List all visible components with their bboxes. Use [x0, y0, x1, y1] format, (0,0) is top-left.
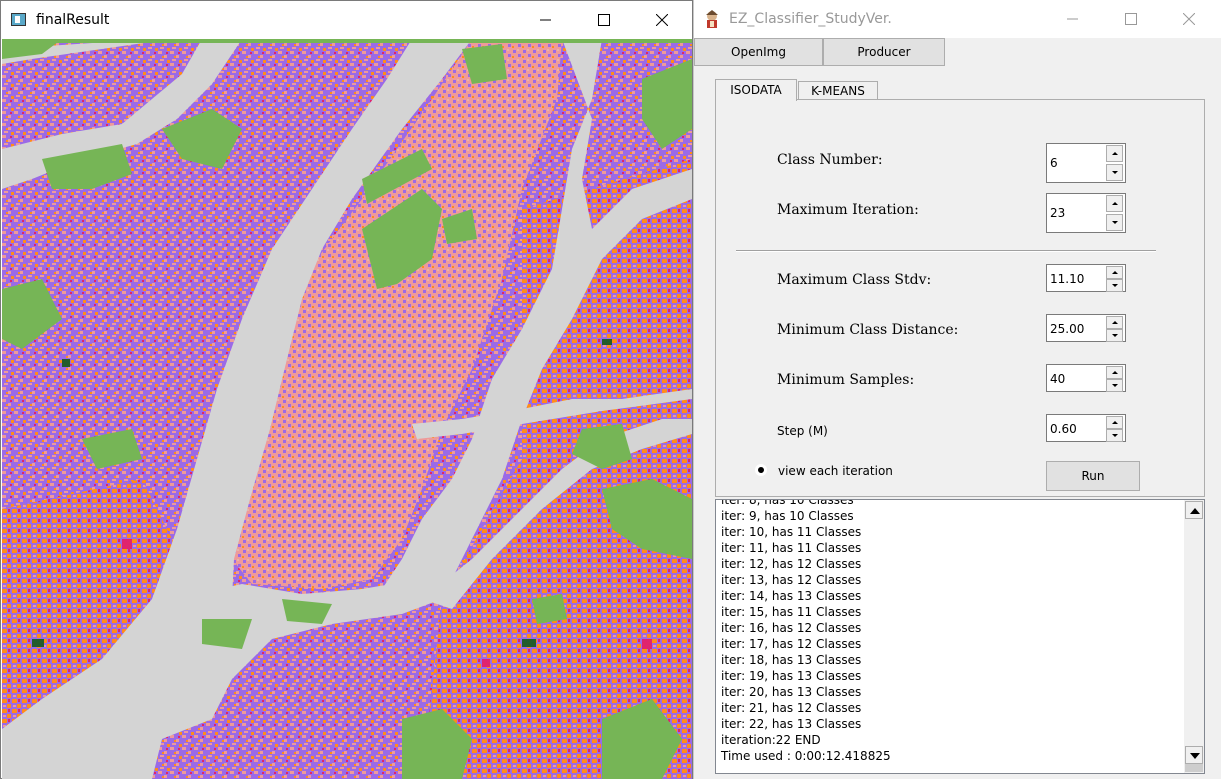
- wizard-avatar-icon: [704, 10, 720, 28]
- spin-up-button[interactable]: [1106, 366, 1123, 379]
- log-line: iter: 16, has 12 Classes: [721, 621, 862, 635]
- spin-up-button[interactable]: [1106, 416, 1123, 429]
- spin-down-button[interactable]: [1106, 329, 1123, 342]
- maximum-iteration-spinbox[interactable]: 23: [1046, 193, 1126, 233]
- minimize-button[interactable]: [523, 1, 569, 39]
- log-line: iter: 18, has 13 Classes: [721, 653, 862, 667]
- close-icon: [1183, 13, 1195, 25]
- class-number-spinbox[interactable]: 6: [1046, 143, 1126, 183]
- log-line: iter: 22, has 13 Classes: [721, 717, 862, 731]
- scroll-up-button[interactable]: [1185, 501, 1203, 519]
- log-line: iter: 11, has 11 Classes: [721, 541, 862, 555]
- log-line: iter: 14, has 13 Classes: [721, 589, 862, 603]
- classification-result-image: [2, 39, 692, 779]
- minimum-samples-spinbox[interactable]: 40: [1046, 364, 1126, 392]
- tab-k-means[interactable]: K-MEANS: [798, 81, 878, 100]
- maximize-icon: [1125, 13, 1137, 25]
- log-line: iter: 13, has 12 Classes: [721, 573, 862, 587]
- minimum-class-distance-spinbox[interactable]: 25.00: [1046, 314, 1126, 342]
- log-line: iter: 21, has 12 Classes: [721, 701, 862, 715]
- spin-up-button[interactable]: [1106, 145, 1123, 162]
- maximize-button[interactable]: [581, 1, 627, 39]
- separator: [736, 250, 1156, 252]
- vertical-scrollbar[interactable]: [1184, 500, 1204, 773]
- class-number-value[interactable]: 6: [1050, 156, 1058, 170]
- close-button[interactable]: [1166, 0, 1212, 38]
- title-bar[interactable]: finalResult: [1, 1, 692, 39]
- log-line: iter: 15, has 11 Classes: [721, 605, 862, 619]
- log-line: iter: 10, has 11 Classes: [721, 525, 862, 539]
- maximum-class-stdv-label: Maximum Class Stdv:: [777, 272, 932, 288]
- run-button[interactable]: Run: [1046, 461, 1140, 491]
- close-icon: [656, 14, 668, 26]
- log-line: iter: 17, has 12 Classes: [721, 637, 862, 651]
- log-line: iter: 9, has 10 Classes: [721, 509, 854, 523]
- spin-down-button[interactable]: [1106, 429, 1123, 442]
- scroll-thumb[interactable]: [1185, 764, 1203, 772]
- minimum-samples-label: Minimum Samples:: [777, 372, 915, 388]
- minimize-button[interactable]: [1050, 0, 1096, 38]
- log-lines: iter: 8, has 10 Classes iter: 9, has 10 C…: [721, 499, 891, 764]
- window-title: finalResult: [36, 12, 110, 28]
- log-line: iter: 8, has 10 Classes: [721, 499, 854, 507]
- view-each-iteration-radio[interactable]: [755, 464, 767, 476]
- minimum-samples-value[interactable]: 40: [1050, 372, 1065, 386]
- maximum-iteration-label: Maximum Iteration:: [777, 202, 919, 218]
- log-line: iter: 12, has 12 Classes: [721, 557, 862, 571]
- ez-classifier-window: EZ_Classifier_StudyVer. OpenImg Producer…: [693, 0, 1221, 779]
- spin-up-button[interactable]: [1106, 266, 1123, 279]
- spin-up-button[interactable]: [1106, 316, 1123, 329]
- open-img-button[interactable]: OpenImg: [694, 38, 823, 66]
- tab-isodata[interactable]: ISODATA: [715, 79, 797, 101]
- iteration-log-textbox[interactable]: iter: 8, has 10 Classes iter: 9, has 10 C…: [715, 499, 1205, 774]
- spin-up-button[interactable]: [1106, 195, 1123, 212]
- window-title: EZ_Classifier_StudyVer.: [729, 11, 892, 27]
- producer-button[interactable]: Producer: [823, 38, 945, 66]
- scroll-down-button[interactable]: [1185, 746, 1203, 764]
- minimize-icon: [1067, 18, 1078, 20]
- log-line: iter: 19, has 13 Classes: [721, 669, 862, 683]
- radio-dot-icon: [758, 467, 764, 473]
- maximum-iteration-value[interactable]: 23: [1050, 206, 1065, 220]
- step-m-spinbox[interactable]: 0.60: [1046, 414, 1126, 442]
- class-number-label: Class Number:: [777, 152, 883, 168]
- log-line: iter: 20, has 13 Classes: [721, 685, 862, 699]
- minimum-class-distance-value[interactable]: 25.00: [1050, 322, 1084, 336]
- maximize-button[interactable]: [1108, 0, 1154, 38]
- log-line: Time used : 0:00:12.418825: [721, 749, 891, 763]
- log-line: iteration:22 END: [721, 733, 821, 747]
- view-each-iteration-label[interactable]: view each iteration: [778, 464, 893, 478]
- close-button[interactable]: [639, 1, 685, 39]
- final-result-window: finalResult: [0, 0, 693, 779]
- maximum-class-stdv-spinbox[interactable]: 11.10: [1046, 264, 1126, 292]
- window-app-icon: [11, 13, 26, 26]
- spin-down-button[interactable]: [1106, 214, 1123, 231]
- title-bar[interactable]: EZ_Classifier_StudyVer.: [694, 0, 1221, 38]
- spin-down-button[interactable]: [1106, 279, 1123, 292]
- spin-down-button[interactable]: [1106, 379, 1123, 392]
- spin-down-button[interactable]: [1106, 164, 1123, 181]
- step-m-label: Step (M): [777, 424, 828, 438]
- maximize-icon: [598, 14, 610, 26]
- minimum-class-distance-label: Minimum Class Distance:: [777, 322, 959, 338]
- isodata-panel: Class Number: 6 Maximum Iteration: 23 Ma…: [715, 99, 1205, 497]
- step-m-value[interactable]: 0.60: [1050, 422, 1077, 436]
- minimize-icon: [540, 19, 551, 21]
- maximum-class-stdv-value[interactable]: 11.10: [1050, 272, 1084, 286]
